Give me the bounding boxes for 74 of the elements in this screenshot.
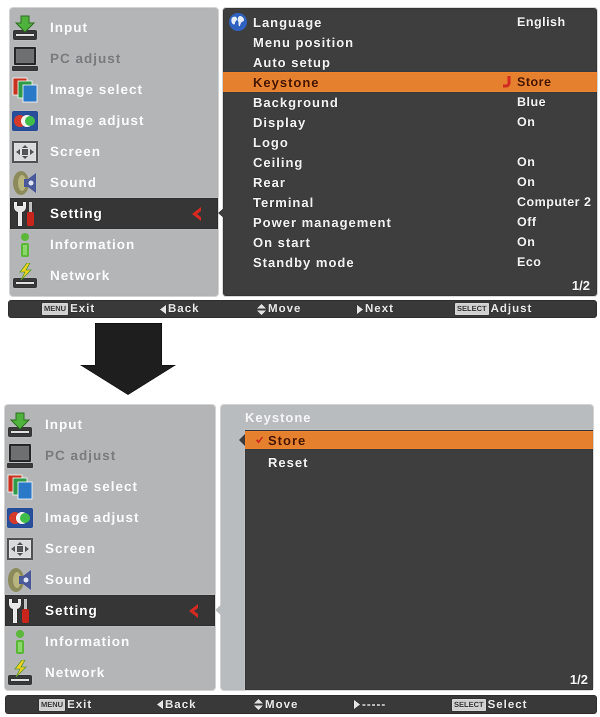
setting-label: Language bbox=[253, 14, 324, 30]
setting-value: On bbox=[517, 175, 536, 189]
screen-grid-icon bbox=[7, 536, 33, 562]
down-arrow-icon bbox=[80, 323, 176, 395]
settings-row[interactable]: Logo bbox=[223, 132, 597, 152]
setting-label: Logo bbox=[253, 134, 290, 150]
setting-label: On start bbox=[253, 234, 312, 250]
setting-value: Off bbox=[517, 215, 538, 229]
hint-label: Move bbox=[265, 698, 298, 710]
up-down-icon bbox=[254, 699, 263, 710]
setting-label: Terminal bbox=[253, 194, 316, 210]
hint-label: Back bbox=[168, 303, 200, 315]
stacked-cards-icon bbox=[12, 76, 38, 102]
setting-value: English bbox=[517, 15, 567, 29]
monitor-icon bbox=[7, 442, 33, 468]
settings-row[interactable]: Background Blue bbox=[223, 92, 597, 112]
settings-row[interactable]: Standby mode Eco bbox=[223, 252, 597, 272]
option-item[interactable]: Reset bbox=[245, 453, 593, 471]
stacked-cards-icon bbox=[7, 474, 33, 500]
hint-label: Move bbox=[268, 303, 302, 315]
setting-label: Keystone bbox=[253, 74, 321, 90]
settings-row[interactable]: Keystone Store bbox=[223, 72, 597, 92]
setting-label: Background bbox=[253, 94, 340, 110]
hint-label: Exit bbox=[70, 303, 96, 315]
globe-icon bbox=[229, 13, 247, 31]
setting-value: Computer 2 bbox=[517, 195, 592, 209]
settings-row[interactable]: Power management Off bbox=[223, 212, 597, 232]
hint-label: Back bbox=[165, 698, 196, 710]
hint-label: Adjust bbox=[490, 303, 532, 315]
speaker-icon bbox=[12, 170, 38, 196]
chevron-left-icon bbox=[192, 206, 202, 220]
settings-row[interactable]: Rear On bbox=[223, 172, 597, 192]
lightning-tray-icon bbox=[12, 262, 38, 288]
setting-value: Store bbox=[517, 75, 552, 89]
left-triangle-icon bbox=[157, 700, 163, 709]
chevron-left-icon bbox=[189, 604, 199, 618]
setting-label: Ceiling bbox=[253, 154, 304, 170]
tray-arrow-icon bbox=[7, 412, 33, 438]
page-indicator: 1/2 bbox=[570, 672, 589, 687]
setting-label: Display bbox=[253, 114, 308, 130]
setting-value: On bbox=[517, 155, 536, 169]
submenu-title: Keystone bbox=[245, 409, 312, 427]
settings-row[interactable]: On start On bbox=[223, 232, 597, 252]
hint-label: Exit bbox=[67, 698, 92, 710]
setting-label: Menu position bbox=[253, 34, 356, 50]
page-indicator: 1/2 bbox=[572, 278, 591, 293]
monitor-icon bbox=[12, 46, 38, 72]
setting-value: Blue bbox=[517, 95, 548, 109]
settings-row[interactable]: Menu position bbox=[223, 32, 597, 52]
settings-row[interactable]: Terminal Computer 2 bbox=[223, 192, 597, 212]
right-triangle-icon bbox=[357, 304, 363, 314]
left-triangle-icon bbox=[160, 304, 166, 314]
up-down-icon bbox=[257, 304, 266, 314]
tray-arrow-icon bbox=[12, 14, 38, 40]
hint-label: Select bbox=[488, 698, 528, 710]
settings-row[interactable]: Auto setup bbox=[223, 52, 597, 72]
speaker-icon bbox=[7, 566, 33, 592]
hint-label: Next bbox=[365, 303, 394, 315]
return-icon bbox=[502, 76, 512, 88]
setting-label: Rear bbox=[253, 174, 287, 190]
setting-label: Power management bbox=[253, 214, 393, 230]
screen-grid-icon bbox=[12, 138, 38, 164]
right-triangle-icon bbox=[354, 700, 360, 709]
setting-value: On bbox=[517, 115, 536, 129]
setting-label: Auto setup bbox=[253, 54, 332, 70]
settings-row[interactable]: Ceiling On bbox=[223, 152, 597, 172]
setting-value: On bbox=[517, 235, 536, 249]
settings-row[interactable]: Language English bbox=[223, 12, 597, 32]
pointer-icon bbox=[239, 434, 245, 446]
hint-label: ----- bbox=[362, 698, 386, 710]
settings-row[interactable]: Display On bbox=[223, 112, 597, 132]
lightning-tray-icon bbox=[7, 660, 33, 686]
setting-label: Standby mode bbox=[253, 254, 356, 270]
setting-value: Eco bbox=[517, 255, 542, 269]
